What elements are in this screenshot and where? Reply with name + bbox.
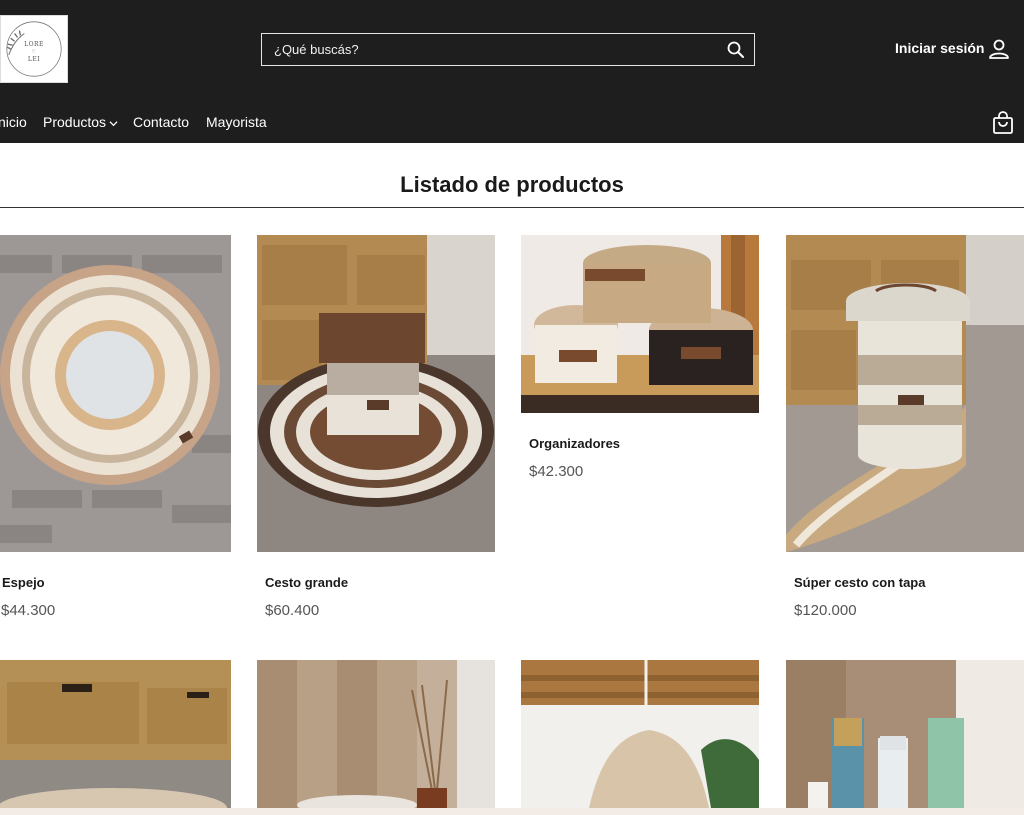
product-price: $120.000 <box>794 602 857 619</box>
product-image[interactable] <box>0 235 231 552</box>
store-logo[interactable]: LORE ♡ LEI <box>0 15 68 83</box>
nav-item-inicio[interactable]: nicio <box>0 114 27 130</box>
search-icon[interactable] <box>726 40 746 60</box>
product-card[interactable]: Organizadores $42.300 <box>521 235 759 495</box>
product-name[interactable]: Súper cesto con tapa <box>794 575 925 590</box>
product-name[interactable]: Cesto grande <box>265 575 348 590</box>
search-input[interactable] <box>262 34 754 65</box>
nav-item-contacto[interactable]: Contacto <box>133 114 189 130</box>
product-card[interactable] <box>786 660 1024 808</box>
title-divider <box>0 207 1024 208</box>
product-card[interactable] <box>0 660 231 808</box>
product-price: $60.400 <box>265 602 320 619</box>
product-image[interactable] <box>257 235 495 552</box>
product-image[interactable] <box>786 235 1024 552</box>
shopping-bag-icon[interactable] <box>992 111 1014 135</box>
logo-heart: ♡ <box>31 49 37 55</box>
product-image[interactable] <box>521 235 759 413</box>
product-card[interactable] <box>257 660 495 808</box>
logo-text-top: LORE <box>24 41 44 48</box>
product-card[interactable] <box>521 660 759 808</box>
login-link[interactable]: Iniciar sesión <box>895 40 984 56</box>
product-card[interactable]: Cesto grande $60.400 <box>257 235 495 625</box>
product-card[interactable]: Espejo $44.300 <box>0 235 231 625</box>
product-name[interactable]: Organizadores <box>529 436 620 451</box>
user-icon[interactable] <box>988 38 1010 60</box>
page-title: Listado de productos <box>400 172 624 197</box>
product-image[interactable] <box>786 660 1024 808</box>
nav-item-productos[interactable]: Productos <box>43 114 118 130</box>
product-name[interactable]: Espejo <box>2 575 45 590</box>
search-box <box>261 33 755 66</box>
nav-item-mayorista[interactable]: Mayorista <box>206 114 267 130</box>
logo-text-bottom: LEI <box>27 56 41 63</box>
product-price: $44.300 <box>1 602 56 619</box>
nav-item-productos-label: Productos <box>43 114 107 130</box>
product-image[interactable] <box>521 660 759 808</box>
site-header: LORE ♡ LEI Iniciar sesión nicio Producto… <box>0 0 1024 143</box>
product-card[interactable]: Súper cesto con tapa $120.000 <box>786 235 1024 625</box>
chevron-down-icon <box>109 121 118 126</box>
product-image[interactable] <box>0 660 231 808</box>
bottom-bar <box>0 808 1024 815</box>
product-price: $42.300 <box>529 463 584 480</box>
product-image[interactable] <box>257 660 495 808</box>
